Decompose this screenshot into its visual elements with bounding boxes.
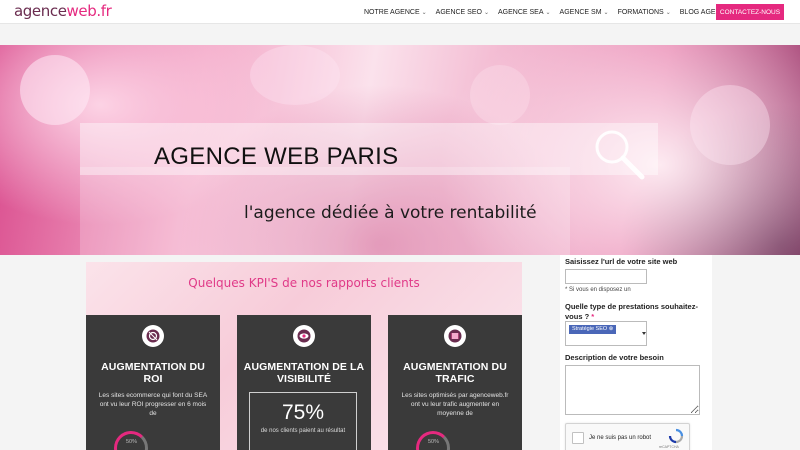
url-hint: * Si vous en disposez un — [565, 287, 631, 293]
recaptcha-widget: Je ne suis pas un robot reCAPTCHA — [565, 423, 690, 450]
nav-label: AGENCE SEA — [497, 8, 544, 16]
bokeh-light — [250, 45, 340, 105]
nav-item-agence-sm[interactable]: AGENCE SM ⌄ — [560, 9, 609, 16]
nav-item-agence-seo[interactable]: AGENCE SEO ⌄ — [436, 9, 489, 16]
selected-service-label: Stratégie SEO — [572, 326, 608, 332]
stat-value: 75% — [281, 401, 325, 424]
captcha-brand: reCAPTCHA — [659, 445, 679, 449]
logo-text-agence: agence — [14, 2, 67, 20]
hero-banner: AGENCE WEB PARIS l'agence dédiée à votre… — [0, 45, 800, 255]
kpi-description: Les sites optimisés par agenceweb.fr ont… — [401, 392, 509, 417]
service-select[interactable]: Stratégie SEO ⊗ — [565, 321, 647, 346]
contact-button[interactable]: CONTACTEZ-NOUS — [716, 4, 784, 20]
service-label-text: Quelle type de prestations souhaitez-vou… — [565, 302, 698, 321]
roi-icon — [142, 325, 164, 347]
chevron-down-icon: ⌄ — [483, 9, 489, 16]
kpi-title: AUGMENTATION DU ROI — [101, 361, 205, 385]
chevron-down-icon: ⌄ — [421, 9, 427, 16]
nav-label: NOTRE AGENCE — [364, 8, 420, 16]
captcha-checkbox[interactable] — [572, 432, 584, 444]
service-label: Quelle type de prestations souhaitez-vou… — [565, 302, 705, 322]
kpi-title: AUGMENTATION DU TRAFIC — [403, 361, 507, 385]
kpi-card-traffic: AUGMENTATION DU TRAFIC Les sites optimis… — [388, 315, 522, 450]
description-textarea[interactable] — [565, 365, 700, 415]
stat-caption: de nos clients paient au résultat — [260, 428, 346, 434]
nav-item-agence-sea[interactable]: AGENCE SEA ⌄ — [498, 9, 551, 16]
site-header: agenceweb.fr NOTRE AGENCE ⌄ AGENCE SEO ⌄ A… — [0, 0, 800, 24]
progress-ring-label: 50% — [428, 439, 440, 445]
site-logo[interactable]: agenceweb.fr — [14, 2, 112, 20]
url-input[interactable] — [565, 269, 647, 284]
selected-service-tag[interactable]: Stratégie SEO ⊗ — [569, 325, 617, 334]
kpi-description: Les sites ecommerce qui font du SEA ont … — [98, 392, 208, 417]
nav-item-formations[interactable]: FORMATIONS ⌄ — [618, 9, 671, 16]
hero-subtitle: l'agence dédiée à votre rentabilité — [244, 203, 537, 223]
main-nav: NOTRE AGENCE ⌄ AGENCE SEO ⌄ AGENCE SEA ⌄ AG… — [364, 0, 757, 24]
kpi-card-visibility: AUGMENTATION DE LA VISIBILITÉ 75% de nos… — [237, 315, 371, 450]
remove-tag-icon[interactable]: ⊗ — [609, 326, 614, 332]
chevron-down-icon: ⌄ — [603, 9, 609, 16]
nav-label: AGENCE SM — [559, 8, 602, 16]
bokeh-light — [690, 85, 770, 165]
kpi-section: Quelques KPI'S de nos rapports clients A… — [86, 262, 522, 450]
kpi-card-roi: AUGMENTATION DU ROI Les sites ecommerce … — [86, 315, 220, 450]
description-label: Description de votre besoin — [565, 353, 664, 362]
chevron-down-icon: ⌄ — [665, 9, 671, 16]
bokeh-light — [470, 65, 530, 125]
captcha-text: Je ne suis pas un robot — [589, 435, 652, 441]
logo-text-web: web.fr — [66, 2, 112, 20]
contact-form: Saisissez l'url de votre site web * Si v… — [560, 255, 712, 450]
stat-box: 75% de nos clients paient au résultat — [249, 392, 357, 450]
progress-ring-label: 50% — [126, 439, 138, 445]
chevron-down-icon: ⌄ — [545, 9, 551, 16]
eye-icon — [293, 325, 315, 347]
hero-title: AGENCE WEB PARIS — [154, 143, 399, 170]
bokeh-light — [20, 55, 90, 125]
kpi-heading: Quelques KPI'S de nos rapports clients — [188, 276, 420, 290]
nav-item-notre-agence[interactable]: NOTRE AGENCE ⌄ — [364, 9, 427, 16]
url-label: Saisissez l'url de votre site web — [565, 257, 678, 266]
required-mark: * — [591, 312, 595, 321]
nav-label: AGENCE SEO — [435, 8, 482, 16]
magnifier-icon — [590, 125, 650, 190]
page: agenceweb.fr NOTRE AGENCE ⌄ AGENCE SEO ⌄ A… — [0, 0, 800, 450]
dropdown-arrow-icon — [642, 332, 646, 335]
nav-label: FORMATIONS — [617, 8, 664, 16]
kpi-title: AUGMENTATION DE LA VISIBILITÉ — [243, 361, 365, 385]
traffic-icon — [444, 325, 466, 347]
